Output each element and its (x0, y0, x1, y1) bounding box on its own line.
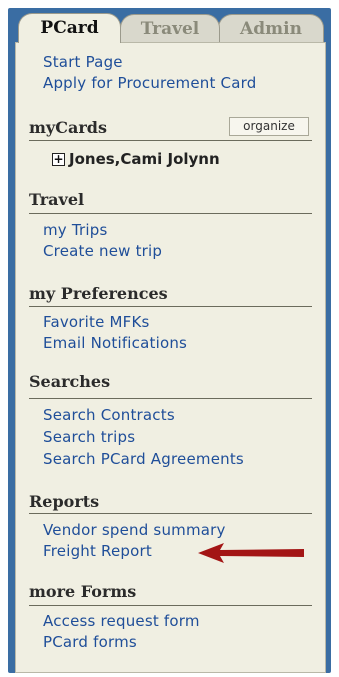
freight-report-link[interactable]: Freight Report (43, 541, 152, 561)
preferences-heading: my Preferences (29, 284, 168, 303)
tab-travel[interactable]: Travel (120, 14, 220, 42)
search-contracts-link[interactable]: Search Contracts (43, 405, 175, 425)
email-notifications-link[interactable]: Email Notifications (43, 333, 187, 353)
divider (29, 513, 312, 514)
tab-bar: PCard Travel Admin (8, 8, 331, 43)
organize-button[interactable]: organize (229, 117, 309, 136)
divider (29, 140, 312, 141)
search-trips-link[interactable]: Search trips (43, 427, 135, 447)
tab-admin[interactable]: Admin (218, 14, 324, 42)
tab-pcard[interactable]: PCard (18, 13, 121, 43)
vendor-spend-summary-link[interactable]: Vendor spend summary (43, 520, 226, 540)
start-page-link[interactable]: Start Page (43, 52, 123, 72)
pcard-forms-link[interactable]: PCard forms (43, 632, 137, 652)
expand-icon[interactable]: + (52, 152, 65, 166)
divider (29, 213, 312, 214)
apply-procurement-card-link[interactable]: Apply for Procurement Card (43, 73, 256, 93)
card-item[interactable]: + Jones,Cami Jolynn (52, 149, 220, 169)
my-trips-link[interactable]: my Trips (43, 220, 108, 240)
divider (29, 398, 312, 399)
reports-heading: Reports (29, 492, 100, 511)
more-forms-heading: more Forms (29, 582, 137, 601)
favorite-mfks-link[interactable]: Favorite MFKs (43, 312, 150, 332)
divider (29, 306, 312, 307)
search-pcard-agreements-link[interactable]: Search PCard Agreements (43, 449, 244, 469)
searches-heading: Searches (29, 372, 111, 391)
pointer-arrow-icon (198, 543, 304, 563)
card-holder-name[interactable]: Jones,Cami Jolynn (69, 150, 220, 168)
travel-heading: Travel (29, 190, 85, 209)
divider (29, 605, 312, 606)
access-request-form-link[interactable]: Access request form (43, 611, 200, 631)
mycards-heading: myCards (29, 118, 107, 137)
create-new-trip-link[interactable]: Create new trip (43, 241, 162, 261)
